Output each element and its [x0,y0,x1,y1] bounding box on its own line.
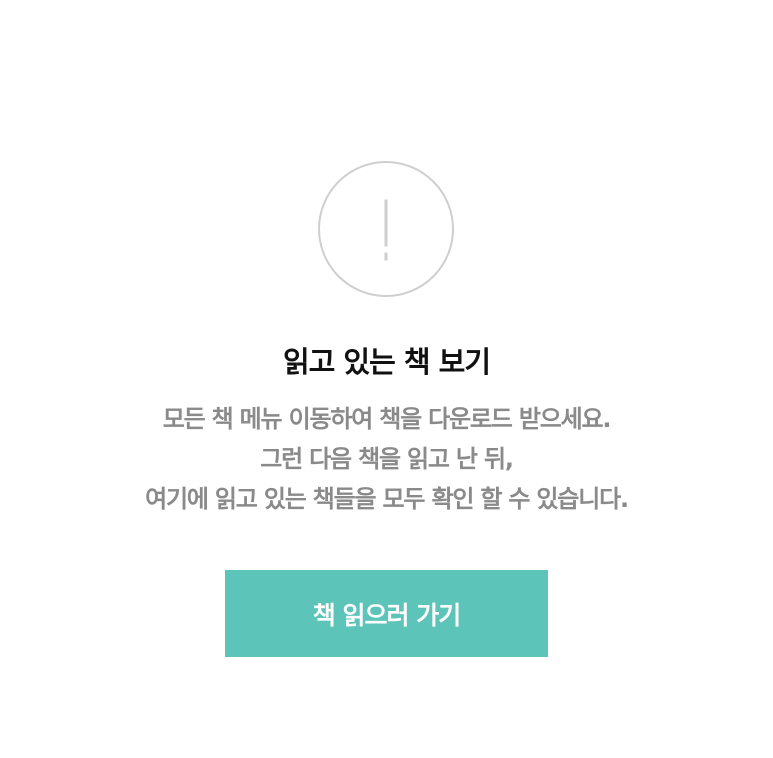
message-line: 여기에 읽고 있는 책들을 모두 확인 할 수 있습니다. [145,485,629,513]
empty-state-message: 모든 책 메뉴 이동하여 책을 다운로드 받으세요. 그런 다음 책을 읽고 난… [0,399,773,519]
exclamation-icon [318,161,454,297]
empty-state: 읽고 있는 책 보기 모든 책 메뉴 이동하여 책을 다운로드 받으세요. 그런… [0,0,773,758]
message-line: 모든 책 메뉴 이동하여 책을 다운로드 받으세요. [162,405,612,433]
go-read-books-button[interactable]: 책 읽으러 가기 [225,570,548,657]
empty-state-title: 읽고 있는 책 보기 [282,345,491,379]
message-line: 그런 다음 책을 읽고 난 뒤, [260,445,514,473]
